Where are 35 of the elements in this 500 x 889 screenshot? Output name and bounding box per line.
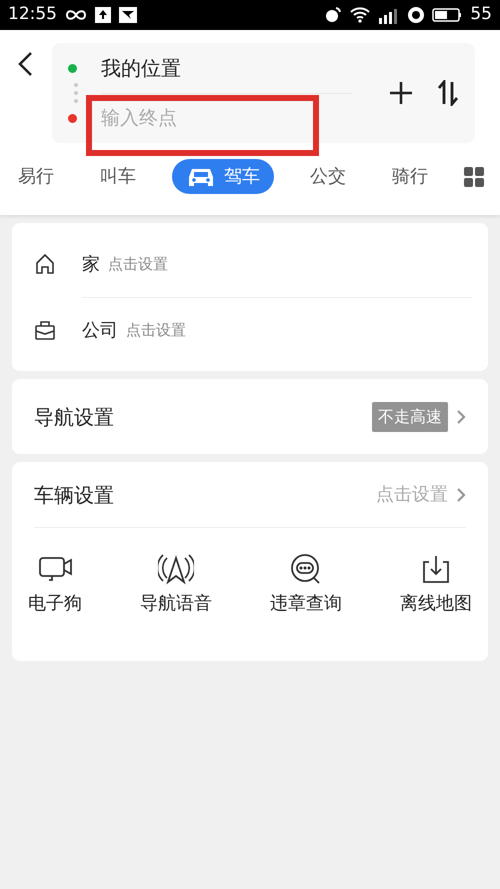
wifi-icon: [350, 7, 370, 23]
vehicle-tool-button[interactable]: 离线地图: [400, 552, 472, 617]
chevron-right-icon: [456, 408, 466, 424]
place-label: 公司: [82, 319, 118, 343]
upload-icon: [95, 7, 111, 23]
mode-tab[interactable]: 易行: [8, 159, 64, 194]
mode-tab[interactable]: 驾车: [172, 159, 274, 194]
place-hint: 点击设置: [108, 254, 168, 275]
vehicle-tool-button[interactable]: 导航语音: [140, 552, 212, 617]
add-stop-button[interactable]: [389, 80, 413, 106]
mode-tab[interactable]: 骑行: [382, 159, 438, 194]
origin-dot: [68, 64, 77, 72]
destination-dot: [68, 114, 77, 122]
navigation-signal-icon: [158, 552, 194, 586]
place-label: 家: [82, 252, 100, 276]
briefcase-icon: [34, 319, 56, 341]
more-modes-icon[interactable]: [464, 164, 484, 188]
battery-level: 55: [470, 3, 492, 26]
mode-tab[interactable]: 公交: [300, 159, 356, 194]
infinity-icon: [65, 9, 87, 21]
battery-icon: [432, 7, 462, 23]
place-hint: 点击设置: [126, 320, 186, 342]
origin-field[interactable]: 我的位置: [101, 53, 181, 83]
home-icon: [34, 253, 56, 275]
vehicle-tool-button[interactable]: 电子狗: [28, 552, 82, 617]
place-row[interactable]: 家 点击设置: [12, 231, 488, 297]
mode-tab[interactable]: 叫车: [90, 159, 146, 194]
vehicle-tool-button[interactable]: 违章查询: [270, 552, 342, 617]
status-time: 12:55: [8, 3, 57, 26]
destination-field[interactable]: 输入终点: [101, 104, 311, 132]
navigation-settings-title: 导航设置: [34, 404, 114, 430]
chevron-right-icon: [456, 486, 466, 502]
vehicle-settings-title: 车辆设置: [34, 482, 114, 508]
swap-button[interactable]: [437, 80, 459, 106]
place-row[interactable]: 公司 点击设置: [12, 297, 488, 363]
